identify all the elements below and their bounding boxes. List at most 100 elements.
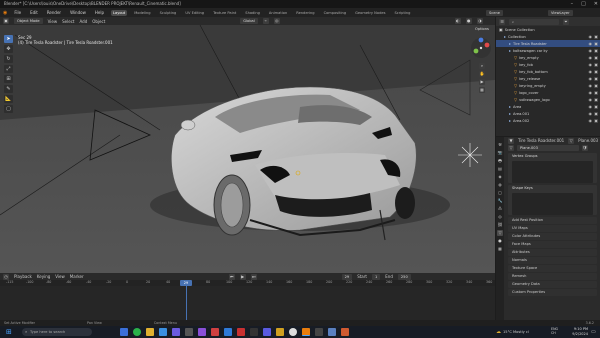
workspace-tab-sculpting[interactable]: Sculpting bbox=[158, 10, 179, 16]
outliner-row[interactable]: ▸ koltsewagen car ky ◉ ▣ bbox=[496, 47, 600, 54]
shading-material-icon[interactable]: ◑ bbox=[476, 18, 483, 24]
camera-icon[interactable]: ▣ bbox=[594, 97, 598, 102]
eye-icon[interactable]: ◉ bbox=[589, 41, 593, 46]
eye-icon[interactable]: ◉ bbox=[589, 90, 593, 95]
outliner-root[interactable]: ▣ Scene Collection bbox=[496, 26, 600, 33]
properties-section[interactable]: Remesh bbox=[508, 273, 597, 280]
camera-icon[interactable]: ▣ bbox=[594, 83, 598, 88]
outliner-row[interactable]: ▽ keyring_empty ◉ ▣ bbox=[496, 82, 600, 89]
output-tab-icon[interactable]: 🖶 bbox=[497, 158, 503, 164]
blender-taskbar-icon[interactable] bbox=[302, 328, 310, 336]
app-icon-4[interactable] bbox=[289, 328, 297, 336]
scene-selector[interactable]: Scene bbox=[486, 9, 503, 16]
timeline-editor-icon[interactable]: ◷ bbox=[3, 273, 9, 280]
eye-icon[interactable]: ◉ bbox=[589, 48, 593, 53]
material-tab-icon[interactable]: ● bbox=[497, 238, 503, 244]
start-frame-field[interactable]: 1 bbox=[371, 273, 381, 280]
options-button[interactable]: Options bbox=[472, 26, 492, 32]
shading-solid-icon[interactable]: ● bbox=[465, 18, 472, 24]
camera-icon[interactable]: ▣ bbox=[594, 118, 598, 123]
end-frame-field[interactable]: 250 bbox=[397, 273, 411, 280]
camera-icon[interactable]: ▣ bbox=[594, 41, 598, 46]
windows-start-icon[interactable]: ⊞ bbox=[6, 328, 12, 336]
navigation-gizmo[interactable] bbox=[470, 37, 492, 59]
properties-section[interactable]: Custom Properties bbox=[508, 289, 597, 296]
add-cube-icon[interactable]: ▢ bbox=[4, 105, 13, 113]
app-icon-5[interactable] bbox=[315, 328, 323, 336]
outliner-row[interactable]: ▸ Area.002 ◉ ▣ bbox=[496, 117, 600, 124]
app-icon-7[interactable] bbox=[341, 328, 349, 336]
shape-keys-list[interactable] bbox=[512, 193, 593, 215]
outliner-row[interactable]: ▽ key_release ◉ ▣ bbox=[496, 75, 600, 82]
keying-menu[interactable]: Keying bbox=[37, 274, 50, 279]
shape-keys-header[interactable]: Shape Keys bbox=[508, 185, 597, 191]
mesh-datablock-field[interactable]: Plane.003 bbox=[517, 144, 579, 151]
object-tab-icon[interactable]: ▢ bbox=[497, 190, 503, 196]
eye-icon[interactable]: ◉ bbox=[589, 69, 593, 74]
app-icon-6[interactable] bbox=[328, 328, 336, 336]
transform-icon[interactable]: ⊞ bbox=[4, 75, 13, 83]
outliner-search[interactable]: ⌕ bbox=[509, 18, 559, 25]
menu-file[interactable]: File bbox=[12, 9, 23, 16]
wrench-icon[interactable]: 🔧 bbox=[497, 198, 503, 204]
jump-start-icon[interactable]: ⏮ bbox=[228, 273, 235, 280]
edge-icon[interactable] bbox=[159, 328, 167, 336]
task-view-icon[interactable] bbox=[120, 328, 128, 336]
camera-icon[interactable]: ▣ bbox=[594, 69, 598, 74]
properties-section[interactable]: Texture Space bbox=[508, 265, 597, 272]
outliner-row[interactable]: ▸ Area ◉ ▣ bbox=[496, 103, 600, 110]
menu-render[interactable]: Render bbox=[45, 9, 63, 16]
workspace-tab-layout[interactable]: Layout bbox=[110, 9, 128, 16]
mesh-data-tab-icon[interactable]: ▽ bbox=[497, 230, 503, 236]
3d-viewport[interactable]: ⌕ ✋ ▶ ▦ Options bbox=[0, 25, 495, 273]
eye-icon[interactable]: ◉ bbox=[589, 111, 593, 116]
menu-window[interactable]: Window bbox=[68, 9, 88, 16]
outliner-row[interactable]: ▸ Tire Tesla Roadster ◉ ▣ bbox=[496, 40, 600, 47]
outliner-row[interactable]: ▽ key_empty ◉ ▣ bbox=[496, 54, 600, 61]
filter-icon[interactable]: ⏷ bbox=[563, 18, 569, 25]
eye-icon[interactable]: ◉ bbox=[589, 34, 593, 39]
mode-selector[interactable]: Object Mode bbox=[14, 18, 43, 24]
overlays-icon[interactable]: ◐ bbox=[454, 18, 461, 24]
camera-icon[interactable]: ▣ bbox=[594, 104, 598, 109]
close-icon[interactable]: ✕ bbox=[594, 1, 598, 7]
clock[interactable]: 9:10 PM 9/2/2024 bbox=[566, 327, 588, 336]
proportional-edit-icon[interactable]: ◎ bbox=[273, 18, 280, 24]
transform-orientation[interactable]: Global bbox=[240, 18, 258, 24]
camera-icon[interactable]: ▣ bbox=[594, 76, 598, 81]
workspace-tab-modeling[interactable]: Modeling bbox=[132, 10, 152, 16]
eye-icon[interactable]: ◉ bbox=[589, 83, 593, 88]
camera-icon[interactable]: ▣ bbox=[594, 55, 598, 60]
vertex-groups-header[interactable]: Vertex Groups bbox=[508, 153, 597, 159]
teams-icon[interactable] bbox=[172, 328, 180, 336]
menu-edit[interactable]: Edit bbox=[28, 9, 40, 16]
discord-icon[interactable] bbox=[263, 328, 271, 336]
world-tab-icon[interactable]: ◍ bbox=[497, 182, 503, 188]
workspace-tab-scripting[interactable]: Scripting bbox=[392, 10, 412, 16]
chrome-icon[interactable] bbox=[276, 328, 284, 336]
grid-view-icon[interactable]: ▦ bbox=[479, 87, 485, 93]
cursor-icon[interactable]: ➤ bbox=[4, 35, 13, 43]
outliner-row[interactable]: ▽ key_fob_bottom ◉ ▣ bbox=[496, 68, 600, 75]
constraints-tab-icon[interactable]: ⛓ bbox=[497, 222, 503, 228]
workspace-tab-rendering[interactable]: Rendering bbox=[294, 10, 316, 16]
app-icon-2[interactable] bbox=[237, 328, 245, 336]
timeline-area[interactable] bbox=[0, 286, 495, 320]
blender-icon[interactable]: ◉ bbox=[3, 10, 7, 16]
vertex-groups-list[interactable] bbox=[512, 161, 593, 183]
workspace-tab-uv-editing[interactable]: UV Editing bbox=[183, 10, 206, 16]
editor-type-icon[interactable]: ▣ bbox=[3, 18, 9, 24]
spotify-icon[interactable] bbox=[133, 328, 141, 336]
play-icon[interactable]: ▶ bbox=[239, 273, 246, 280]
outliner-editor-icon[interactable]: ☰ bbox=[499, 18, 505, 25]
render-tab-icon[interactable]: 📷 bbox=[497, 150, 503, 156]
properties-section[interactable]: UV Maps bbox=[508, 225, 597, 232]
object-menu[interactable]: Object bbox=[92, 19, 105, 24]
menu-help[interactable]: Help bbox=[93, 9, 106, 16]
weather-text[interactable]: 15°C Mostly cl bbox=[503, 330, 529, 334]
view-layer-selector[interactable]: ViewLayer bbox=[548, 9, 573, 16]
particles-tab-icon[interactable]: ⁂ bbox=[497, 206, 503, 212]
file-explorer-icon[interactable] bbox=[146, 328, 154, 336]
properties-section[interactable]: Add Rest Position bbox=[508, 217, 597, 224]
camera-icon[interactable]: ▣ bbox=[594, 90, 598, 95]
